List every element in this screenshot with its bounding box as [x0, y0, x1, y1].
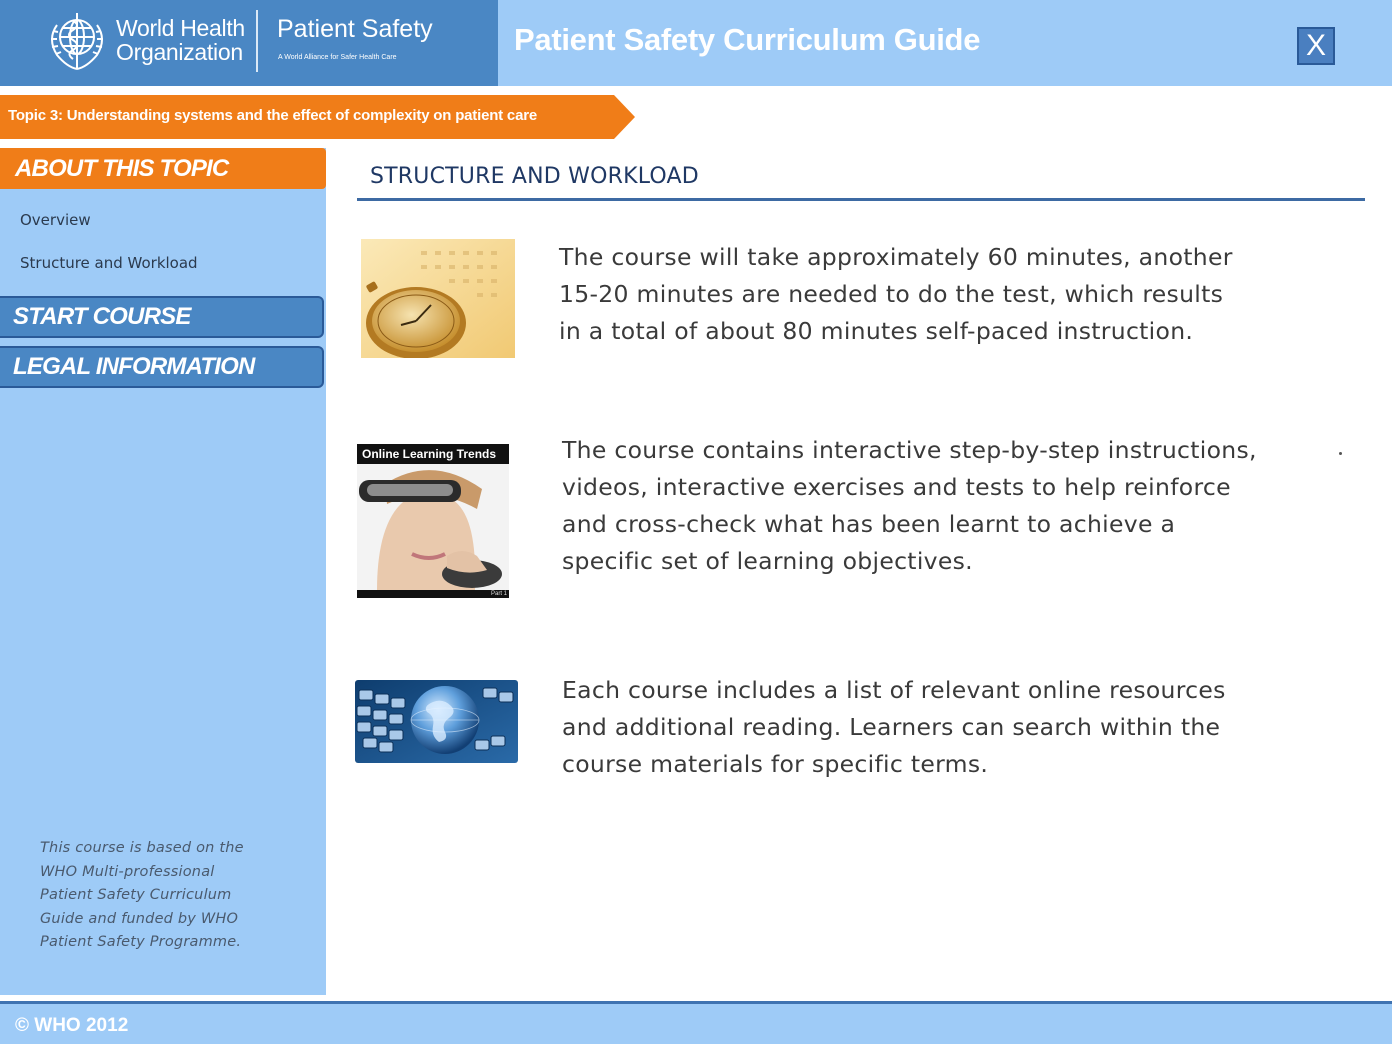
topic-banner: Topic 3: Understanding systems and the e…: [0, 95, 635, 139]
text-line: specific set of learning objectives.: [562, 547, 973, 575]
brand-divider: [256, 10, 258, 72]
text-line: The course contains interactive step-by-…: [562, 436, 1257, 464]
text-line: The course will take approximately 60 mi…: [559, 243, 1233, 271]
note-line: Patient Safety Programme.: [40, 934, 242, 950]
sidebar-course-note: This course is based on the WHO Multi-pr…: [40, 837, 270, 955]
text-line: in a total of about 80 minutes self-pace…: [559, 317, 1194, 345]
thumb-bottom-bar: [357, 590, 509, 598]
item-2-text: The course contains interactive step-by-…: [562, 432, 1352, 580]
copyright: © WHO 2012: [15, 1015, 129, 1036]
stopwatch-calendar-image: [361, 239, 515, 358]
about-topic-heading[interactable]: ABOUT THIS TOPIC: [0, 148, 326, 189]
note-line: Patient Safety Curriculum: [40, 887, 232, 903]
footer: © WHO 2012: [0, 1001, 1392, 1044]
learner-headset-icon: [357, 464, 509, 590]
thumb-caption: Online Learning Trends: [357, 444, 509, 464]
brand-block: World Health Organization Patient Safety…: [0, 0, 498, 86]
close-button[interactable]: X: [1297, 27, 1335, 65]
app-header: World Health Organization Patient Safety…: [0, 0, 1392, 86]
who-emblem-icon: [51, 13, 103, 70]
start-course-button[interactable]: START COURSE: [0, 296, 324, 338]
stray-dot: [1339, 452, 1342, 455]
text-line: and additional reading. Learners can sea…: [562, 713, 1221, 741]
app-title: Patient Safety Curriculum Guide: [514, 22, 981, 57]
text-line: Each course includes a list of relevant …: [562, 676, 1226, 704]
note-line: WHO Multi-professional: [40, 863, 215, 880]
legal-information-button[interactable]: LEGAL INFORMATION: [0, 346, 324, 388]
item-1-text: The course will take approximately 60 mi…: [559, 239, 1349, 350]
section-title: STRUCTURE AND WORKLOAD: [370, 164, 699, 189]
stopwatch-icon: [361, 239, 515, 358]
brand-title: Patient Safety: [277, 15, 433, 43]
org-name-line1: World Health: [116, 15, 245, 41]
text-line: 15-20 minutes are needed to do the test,…: [559, 280, 1224, 308]
sidebar-link-structure-workload[interactable]: Structure and Workload: [20, 253, 198, 273]
online-learning-video-image: Online Learning Trends Part 1: [357, 444, 509, 598]
text-line: course materials for specific terms.: [562, 750, 989, 778]
keyboard-globe-icon: [355, 680, 518, 763]
keyboard-globe-image: [355, 680, 518, 763]
sidebar: ABOUT THIS TOPIC Overview Structure and …: [0, 148, 326, 995]
thumb-part-tag: Part 1: [490, 591, 507, 597]
item-3-text: Each course includes a list of relevant …: [562, 672, 1352, 783]
topic-label: Topic 3: Understanding systems and the e…: [8, 107, 537, 124]
section-divider: [357, 198, 1365, 201]
note-line: Guide and funded by WHO: [40, 910, 239, 927]
note-line: This course is based on the: [40, 840, 244, 856]
text-line: and cross-check what has been learnt to …: [562, 510, 1176, 538]
text-line: videos, interactive exercises and tests …: [562, 473, 1231, 501]
org-name-line2: Organization: [116, 39, 243, 65]
brand-subtitle: A World Alliance for Safer Health Care: [278, 54, 397, 61]
sidebar-link-overview[interactable]: Overview: [20, 210, 91, 230]
who-org-name: World Health Organization: [116, 16, 245, 64]
